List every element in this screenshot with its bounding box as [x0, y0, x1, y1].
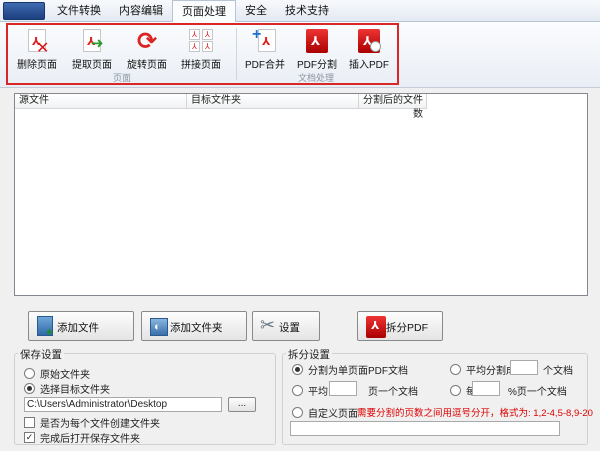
split-every-radio[interactable]: [450, 385, 461, 396]
split-single-radio[interactable]: [292, 364, 303, 375]
split-every-suffix: %页一个文档: [508, 387, 567, 398]
pdf-merge-button[interactable]: ⅄ + PDF合并: [240, 26, 290, 71]
split-even-count-input[interactable]: [510, 360, 538, 375]
pdf-merge-icon: ⅄ +: [252, 26, 278, 54]
pdf-split-icon: ⅄: [304, 28, 330, 54]
open-after-option[interactable]: ✓ 完成后打开保存文件夹: [24, 430, 140, 445]
rotate-page-icon: ⟳: [137, 28, 158, 55]
tab-content-edit[interactable]: 内容编辑: [110, 0, 172, 22]
pdf-split-button[interactable]: ⅄ PDF分割: [292, 26, 342, 71]
settings-button[interactable]: ✂ 设置: [252, 311, 320, 341]
save-target-radio[interactable]: [24, 383, 35, 394]
split-even-radio[interactable]: [450, 364, 461, 375]
open-after-checkbox[interactable]: ✓: [24, 432, 35, 443]
extract-page-button[interactable]: ⅄ ➜ 提取页面: [67, 26, 117, 71]
extract-page-icon: ⅄ ➜: [79, 28, 105, 54]
menu-tabs: 文件转换 内容编辑 页面处理 安全 技术支持: [48, 0, 338, 23]
tab-page-process[interactable]: 页面处理: [172, 0, 236, 23]
split-single-option[interactable]: 分割为单页面PDF文档: [292, 362, 408, 377]
delete-page-button[interactable]: ⅄ ✕ 删除页面: [12, 26, 62, 71]
tab-file-convert[interactable]: 文件转换: [48, 0, 110, 22]
split-pdf-icon: ⅄: [364, 315, 386, 339]
split-custom-option[interactable]: 自定义页面: [292, 405, 358, 420]
save-original-radio[interactable]: [24, 368, 35, 379]
add-file-icon: +: [35, 315, 57, 339]
rotate-page-button[interactable]: ⟳ 旋转页面: [122, 26, 172, 71]
split-every-pages-input[interactable]: [472, 381, 500, 396]
create-folder-each-option[interactable]: 是否为每个文件创建文件夹: [24, 415, 160, 430]
tab-tech-support[interactable]: 技术支持: [276, 0, 338, 22]
save-original-option[interactable]: 原始文件夹: [24, 366, 90, 381]
split-avg-option[interactable]: 平均: [292, 383, 328, 398]
ribbon: ⅄ ✕ 删除页面 ⅄ ➜ 提取页面 ⟳ 旋转页面 ⅄ ⅄ ⅄ ⅄ 拼接页面 页面…: [0, 22, 600, 88]
insert-pdf-button[interactable]: ⅄ 插入PDF: [344, 26, 394, 71]
ribbon-group-document-label: 文档处理: [297, 73, 334, 83]
settings-icon: ✂: [260, 315, 276, 335]
add-file-button[interactable]: + 添加文件: [28, 311, 134, 341]
split-even-option[interactable]: 平均分割成: [450, 362, 516, 377]
tab-security[interactable]: 安全: [236, 0, 276, 22]
app-menu-button[interactable]: [3, 2, 45, 20]
split-pdf-button[interactable]: ⅄ 拆分PDF: [357, 311, 443, 341]
save-target-option[interactable]: 选择目标文件夹: [24, 381, 110, 396]
column-split-count[interactable]: 分割后的文件数: [359, 94, 427, 120]
insert-pdf-icon: ⅄: [356, 28, 382, 54]
join-page-button[interactable]: ⅄ ⅄ ⅄ ⅄ 拼接页面: [176, 26, 226, 71]
split-custom-pages-input[interactable]: [290, 421, 560, 436]
delete-page-icon: ⅄ ✕: [24, 28, 50, 57]
ribbon-group-page: ⅄ ✕ 删除页面 ⅄ ➜ 提取页面 ⟳ 旋转页面 ⅄ ⅄ ⅄ ⅄ 拼接页面 页面: [10, 26, 234, 84]
column-source-file[interactable]: 源文件: [15, 94, 187, 109]
split-settings-title: 拆分设置: [286, 347, 332, 362]
create-folder-each-checkbox[interactable]: [24, 417, 35, 428]
ribbon-group-document: ⅄ + PDF合并 ⅄ PDF分割 ⅄ 插入PDF 文档处理: [238, 26, 394, 84]
ribbon-group-separator: [236, 28, 237, 80]
split-even-suffix: 个文档: [543, 366, 573, 377]
file-list[interactable]: 源文件 目标文件夹 分割后的文件数: [14, 93, 588, 296]
browse-button[interactable]: ...: [228, 397, 256, 412]
save-settings-title: 保存设置: [18, 347, 64, 362]
split-avg-pages-input[interactable]: [329, 381, 357, 396]
ribbon-group-page-label: 页面: [112, 73, 131, 83]
file-list-header: 源文件 目标文件夹 分割后的文件数: [15, 94, 427, 120]
split-avg-radio[interactable]: [292, 385, 303, 396]
split-custom-hint: 需要分割的页数之间用逗号分开，格式为: 1,2-4,5-8,9-20: [357, 408, 593, 419]
split-custom-radio[interactable]: [292, 407, 303, 418]
add-folder-button[interactable]: ◐ 添加文件夹: [141, 311, 247, 341]
save-path-input[interactable]: C:\Users\Administrator\Desktop: [24, 397, 222, 412]
split-avg-suffix: 页一个文档: [368, 387, 418, 398]
column-target-folder[interactable]: 目标文件夹: [187, 94, 359, 109]
menu-bar: 文件转换 内容编辑 页面处理 安全 技术支持: [0, 0, 600, 23]
add-folder-icon: ◐: [148, 315, 170, 339]
join-page-icon: ⅄ ⅄ ⅄ ⅄: [188, 28, 214, 54]
